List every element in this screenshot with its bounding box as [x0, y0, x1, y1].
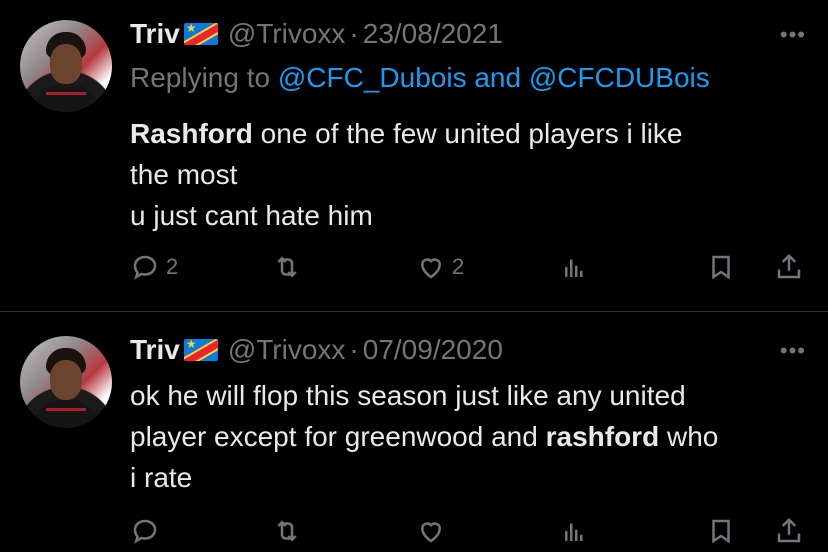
retweet-icon: [277, 256, 297, 278]
like-icon: [420, 258, 442, 279]
mention-link[interactable]: @CFC_Dubois: [278, 62, 467, 93]
user-handle[interactable]: @Trivoxx: [228, 18, 346, 50]
mention-separator: and: [466, 62, 529, 93]
views-button[interactable]: [560, 252, 590, 282]
display-name[interactable]: Triv: [130, 334, 180, 366]
share-icon: [777, 253, 801, 279]
reply-icon: [133, 255, 157, 280]
like-count: 2: [452, 254, 465, 279]
tweet-header: Triv ★ @Trivoxx · 07/09/2020: [130, 334, 503, 366]
flag-icon: ★: [183, 339, 218, 361]
separator-dot: ·: [349, 334, 359, 365]
tweet-text-line: who: [659, 421, 719, 452]
tweet-text-line: the most: [130, 159, 238, 190]
tweet-text-line: ok he will flop this season just like an…: [130, 380, 686, 411]
tweet-text-line: u just cant hate him: [130, 200, 373, 231]
avatar[interactable]: [20, 20, 112, 112]
replying-to: Replying to @CFC_Dubois and @CFCDUBois: [130, 62, 710, 94]
tweet-header: Triv ★ @Trivoxx · 23/08/2021: [130, 18, 503, 50]
action-bar: [130, 516, 810, 552]
tweet-text-line: i rate: [130, 462, 193, 493]
reply-count: 2: [166, 254, 179, 279]
retweet-button[interactable]: [272, 252, 308, 282]
avatar[interactable]: [20, 336, 112, 428]
tweet[interactable]: Triv ★ @Trivoxx · 23/08/2021 ••• Replyin…: [0, 0, 828, 312]
more-icon[interactable]: •••: [780, 338, 806, 364]
tweet-text-line: one of the few united players i like: [252, 118, 683, 149]
bookmark-button[interactable]: [706, 252, 736, 282]
tweet-text: ok he will flop this season just like an…: [130, 375, 820, 498]
like-button[interactable]: 2: [416, 252, 464, 282]
bookmark-icon: [712, 255, 730, 280]
tweet-text: Rashford one of the few united players i…: [130, 113, 810, 236]
highlight-word: Rashford: [130, 118, 253, 149]
display-name[interactable]: Triv: [130, 18, 180, 50]
views-icon: [565, 259, 583, 277]
mention-link[interactable]: @CFCDUBois: [529, 62, 710, 93]
tweet-date[interactable]: 07/09/2020: [363, 334, 503, 366]
tweet-text-line: player except for greenwood and: [130, 421, 546, 452]
tweet-date[interactable]: 23/08/2021: [363, 18, 503, 50]
replying-prefix: Replying to: [130, 62, 278, 93]
flag-icon: ★: [183, 23, 218, 45]
share-button[interactable]: [774, 252, 804, 282]
user-handle[interactable]: @Trivoxx: [228, 334, 346, 366]
highlight-word: rashford: [545, 421, 660, 452]
action-bar: 2 2: [130, 252, 810, 288]
divider: [0, 311, 828, 312]
separator-dot: ·: [349, 18, 359, 49]
reply-button[interactable]: 2: [130, 252, 178, 282]
more-icon[interactable]: •••: [780, 22, 806, 48]
